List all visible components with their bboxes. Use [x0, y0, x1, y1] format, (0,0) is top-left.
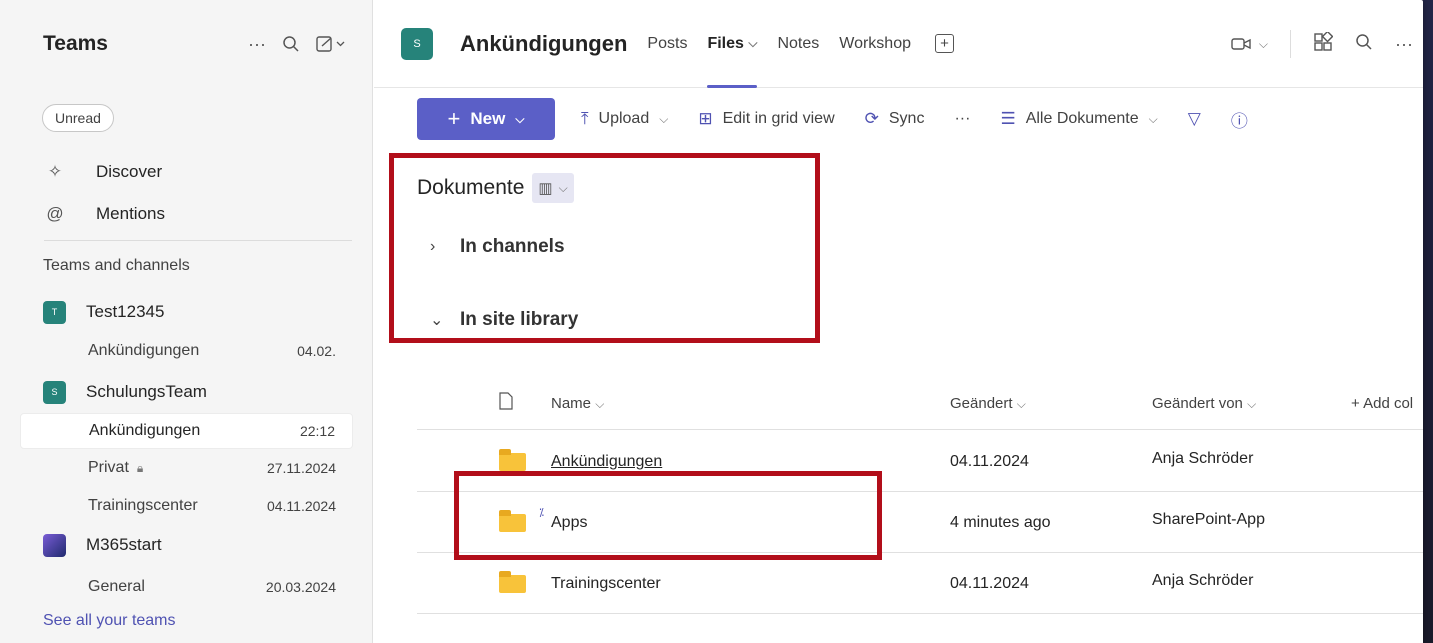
sidebar-header: Teams ···: [0, 0, 372, 88]
sidebar-item-label: Mentions: [96, 204, 165, 223]
channel-item[interactable]: Privat 🔒︎ 27.11.2024: [20, 450, 353, 486]
channel-name: Trainingscenter: [88, 497, 198, 514]
tab-workshop[interactable]: Workshop: [839, 0, 911, 88]
button-label: New: [470, 109, 506, 128]
file-modified-by: Anja Schröder: [1152, 572, 1254, 589]
unread-filter-pill[interactable]: Unread: [42, 104, 114, 132]
column-header-name[interactable]: Name ⌵: [551, 395, 604, 412]
folder-icon: [499, 571, 526, 593]
lock-icon: 🔒︎: [136, 461, 144, 475]
file-modified: 04.11.2024: [950, 453, 1029, 470]
more-actions-button[interactable]: ···: [954, 110, 970, 128]
button-label: Edit in grid view: [722, 110, 835, 127]
team-name: M365start: [86, 535, 162, 554]
file-type-icon[interactable]: [499, 392, 513, 414]
button-label: Alle Dokumente: [1025, 110, 1139, 127]
channel-name: General: [88, 578, 145, 595]
more-options-icon[interactable]: ···: [248, 34, 266, 55]
file-name-link[interactable]: Trainingscenter: [551, 575, 661, 593]
column-header-modified[interactable]: Geändert ⌵: [950, 395, 1026, 412]
tab-posts[interactable]: Posts: [647, 0, 687, 88]
files-toolbar: + New ⌵ ⤒ Upload ⌵ ⊞ Edit in grid view ⟳…: [417, 98, 1423, 140]
team-avatar: [43, 533, 66, 557]
search-icon[interactable]: [282, 35, 300, 53]
tab-notes[interactable]: Notes: [777, 0, 819, 88]
file-modified-by: SharePoint-App: [1152, 511, 1265, 528]
team-avatar: S: [43, 380, 66, 404]
file-name-link[interactable]: Ankündigungen: [551, 453, 662, 471]
edit-grid-view-button[interactable]: ⊞ Edit in grid view: [698, 109, 834, 129]
channel-name: Ankündigungen: [89, 422, 201, 439]
chevron-down-icon: ⌵: [659, 111, 669, 126]
highlight-box-apps-folder: [454, 471, 882, 560]
search-icon[interactable]: [1355, 33, 1373, 56]
folder-icon: [499, 449, 526, 471]
channel-item[interactable]: Trainingscenter 04.11.2024: [20, 488, 353, 524]
channel-date: 22:12: [299, 423, 335, 439]
team-item-test12345[interactable]: T Test12345: [43, 297, 164, 327]
team-name: Test12345: [86, 302, 165, 321]
team-name: SchulungsTeam: [86, 382, 207, 401]
upload-button[interactable]: ⤒ Upload ⌵: [581, 109, 668, 129]
meet-camera-icon[interactable]: ⌵: [1231, 36, 1268, 52]
channel-avatar: S: [401, 27, 433, 60]
sidebar: Teams ··· Unread ✧ Discover @ Mentions T…: [0, 0, 373, 643]
list-view-icon: ☰: [1000, 109, 1016, 128]
filter-icon[interactable]: ▽: [1188, 109, 1201, 129]
section-label: Teams and channels: [43, 257, 190, 274]
file-modified: 04.11.2024: [950, 575, 1029, 592]
channel-item[interactable]: General 20.03.2024: [20, 569, 353, 605]
channel-name: Privat: [88, 459, 129, 476]
divider: [1290, 30, 1292, 58]
file-modified-by: Anja Schröder: [1152, 450, 1254, 467]
highlight-box-library-tree: [389, 153, 820, 343]
add-tab-icon[interactable]: +: [935, 34, 954, 53]
info-icon[interactable]: ⓘ: [1231, 107, 1248, 132]
sidebar-title: Teams: [43, 32, 108, 55]
chevron-down-icon: ⌵: [515, 111, 525, 126]
sync-icon: ⟳: [864, 109, 879, 128]
new-button[interactable]: + New ⌵: [417, 98, 555, 140]
button-label: Upload: [598, 110, 650, 127]
column-header-modified-by[interactable]: Geändert von ⌵: [1152, 395, 1256, 412]
team-item-m365start[interactable]: M365start: [43, 530, 162, 560]
channel-header: S Ankündigungen Posts Files ⌵ Notes Work…: [374, 0, 1423, 88]
chevron-down-icon: ⌵: [748, 36, 758, 50]
channel-date: 04.02.: [297, 343, 336, 359]
channel-name: Ankündigungen: [88, 342, 200, 359]
more-options-icon[interactable]: ···: [1395, 34, 1413, 55]
plus-icon: +: [447, 106, 461, 131]
team-avatar: T: [43, 300, 66, 324]
channel-date: 27.11.2024: [266, 460, 336, 476]
sparkle-icon: ✧: [47, 162, 63, 181]
sidebar-item-mentions[interactable]: @ Mentions: [44, 199, 165, 229]
file-list-header: Name ⌵ Geändert ⌵ Geändert von ⌵ + Add c…: [417, 380, 1423, 430]
channel-item[interactable]: Ankündigungen 04.02.: [20, 333, 353, 369]
channel-date: 20.03.2024: [265, 579, 336, 595]
divider: [44, 240, 352, 241]
team-item-schulungsteam[interactable]: S SchulungsTeam: [43, 377, 207, 407]
channel-date: 04.11.2024: [266, 498, 336, 514]
view-selector[interactable]: ☰ Alle Dokumente ⌵: [1000, 109, 1157, 129]
channel-title: Ankündigungen: [460, 30, 628, 56]
grid-icon: ⊞: [698, 109, 713, 128]
file-modified: 4 minutes ago: [950, 514, 1051, 531]
sidebar-item-discover[interactable]: ✧ Discover: [44, 157, 162, 187]
apps-icon[interactable]: [1313, 30, 1334, 57]
see-all-teams-link[interactable]: See all your teams: [43, 612, 176, 630]
teams-window: Teams ··· Unread ✧ Discover @ Mentions T…: [0, 0, 1423, 643]
at-icon: @: [46, 204, 64, 223]
button-label: Sync: [888, 110, 925, 127]
add-column-button[interactable]: + Add col: [1351, 395, 1413, 412]
tab-files[interactable]: Files ⌵: [707, 0, 758, 88]
channel-item-active[interactable]: Ankündigungen 22:12: [20, 413, 353, 449]
upload-icon: ⤒: [581, 109, 589, 128]
sidebar-item-label: Discover: [96, 162, 163, 181]
sync-button[interactable]: ⟳ Sync: [865, 109, 925, 129]
chevron-down-icon: ⌵: [1148, 111, 1158, 126]
tab-label: Files: [707, 34, 744, 52]
new-chat-icon[interactable]: [316, 35, 346, 53]
file-row[interactable]: Trainingscenter 04.11.2024 Anja Schröder: [417, 553, 1423, 614]
